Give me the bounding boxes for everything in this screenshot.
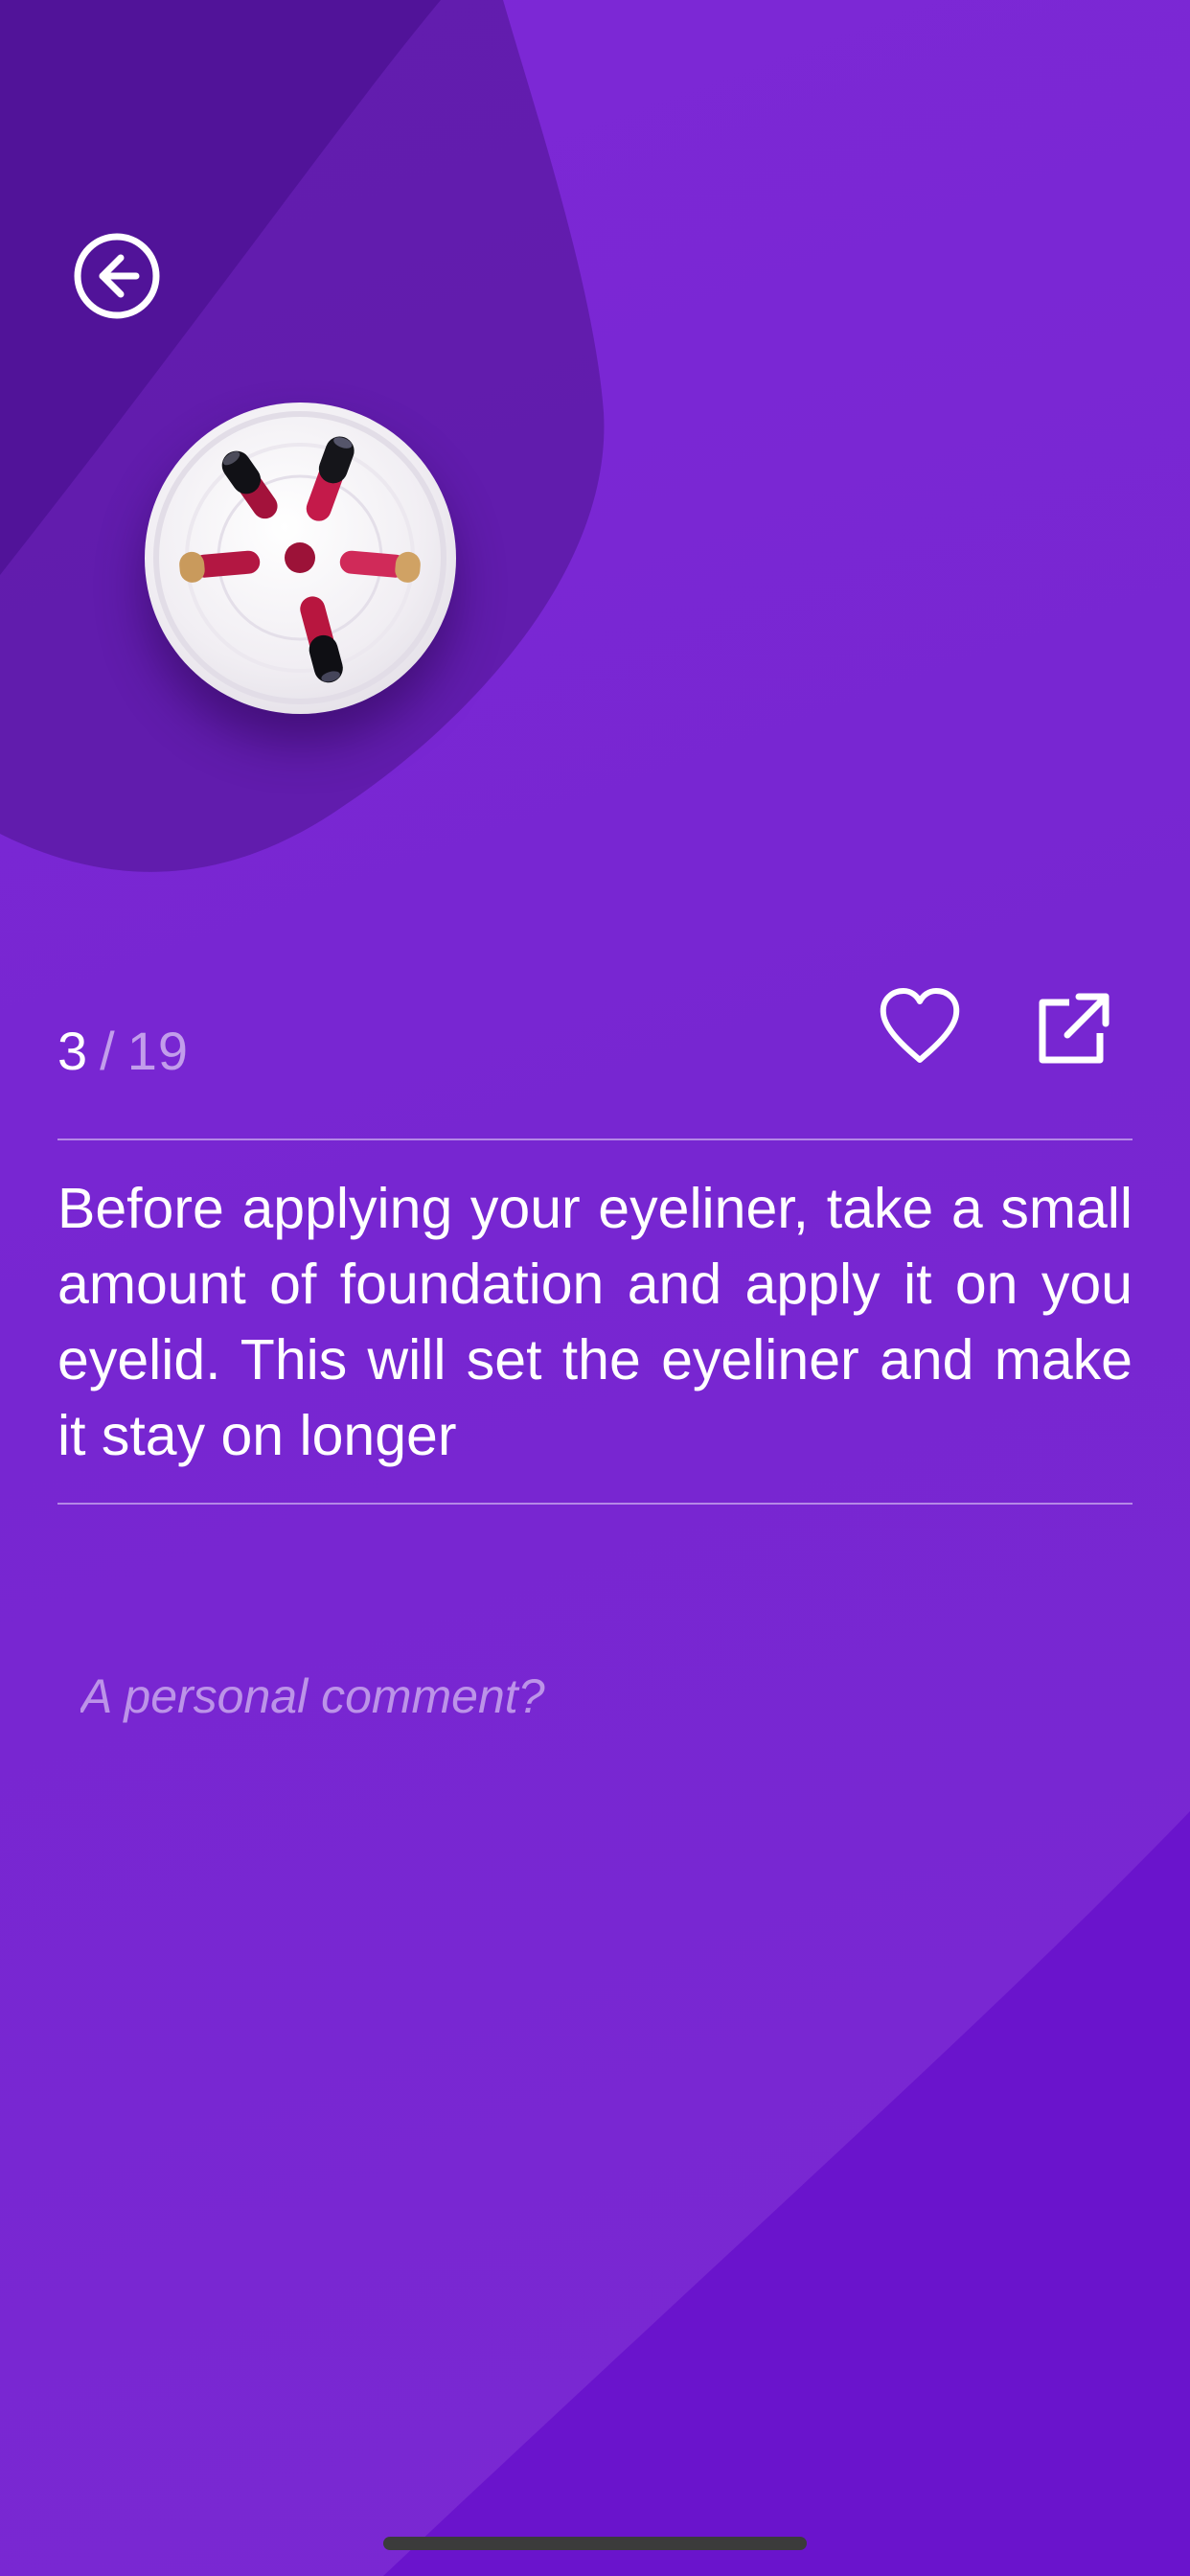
external-link-icon (1039, 993, 1110, 1064)
divider-top (57, 1138, 1133, 1140)
heart-outline-icon (880, 988, 960, 1063)
bottom-right-shape (383, 1811, 1190, 2576)
counter-total: 19 (126, 1021, 190, 1081)
tip-detail-screen: 3/19 Before applying your eyeliner, take… (0, 0, 1190, 2576)
divider-bottom (57, 1503, 1133, 1505)
back-button[interactable] (73, 232, 161, 320)
counter-current: 3 (57, 1021, 89, 1081)
personal-comment-input[interactable] (57, 1658, 1133, 1735)
tip-counter: 3/19 (57, 1018, 189, 1085)
share-button[interactable] (1035, 991, 1111, 1068)
lipsticks-illustration (153, 411, 446, 704)
arrow-left-circle-icon (74, 233, 160, 319)
tip-text: Before applying your eyeliner, take a sm… (57, 1177, 1133, 1467)
home-indicator[interactable] (383, 2537, 807, 2550)
tip-image (145, 402, 456, 714)
like-button[interactable] (878, 985, 962, 1070)
counter-separator: / (100, 1021, 116, 1081)
